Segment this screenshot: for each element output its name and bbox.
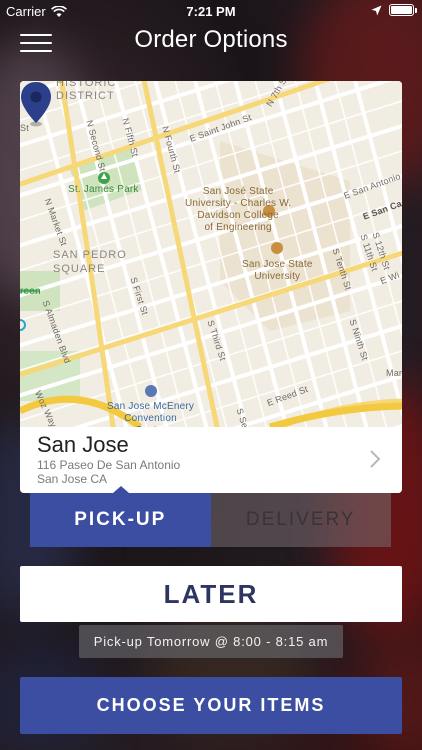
location-address-line2: San Jose CA	[37, 472, 108, 486]
map-label-sjsu: San Jose State University	[242, 259, 313, 282]
map-label-convention-center: San Jose McEnery Convention Center	[107, 401, 195, 427]
location-arrow-icon	[371, 5, 382, 15]
location-row[interactable]: San Jose 116 Paseo De San Antonio San Jo…	[20, 427, 402, 493]
nav-bar: Order Options	[0, 22, 422, 62]
pickup-tab[interactable]: PICK-UP	[30, 486, 211, 547]
later-button[interactable]: LATER	[20, 566, 402, 622]
map-pin-icon[interactable]	[20, 81, 52, 127]
location-address-line1: 116 Paseo De San Antonio	[37, 458, 181, 472]
map-label-mar: Mar	[386, 368, 402, 378]
location-name: San Jose	[37, 432, 129, 457]
map-label-green: reen	[20, 286, 41, 297]
map-label-st-james-park: St. James Park	[68, 184, 139, 195]
pickup-time-label[interactable]: Pick-up Tomorrow @ 8:00 - 8:15 am	[79, 625, 343, 658]
map-label-san-pedro-square: SAN PEDRO SQUARE	[53, 249, 127, 275]
map-label-sjsu-engineering: San José State University - Charles W. D…	[185, 186, 292, 233]
chevron-right-icon	[370, 450, 381, 468]
map-view[interactable]: HISTORIC DISTRICT N Fifth St E Saint Joh…	[20, 81, 402, 427]
status-time: 7:21 PM	[186, 4, 236, 19]
battery-icon	[389, 4, 417, 16]
delivery-tab[interactable]: DELIVERY	[210, 493, 391, 547]
location-card: HISTORIC DISTRICT N Fifth St E Saint Joh…	[20, 81, 402, 493]
status-bar: Carrier 7:21 PM	[0, 0, 422, 22]
map-label-historic-district: HISTORIC DISTRICT	[56, 81, 117, 102]
order-type-toggle: PICK-UP DELIVERY	[30, 486, 391, 547]
page-title: Order Options	[134, 26, 288, 53]
choose-items-button[interactable]: CHOOSE YOUR ITEMS	[20, 677, 402, 734]
